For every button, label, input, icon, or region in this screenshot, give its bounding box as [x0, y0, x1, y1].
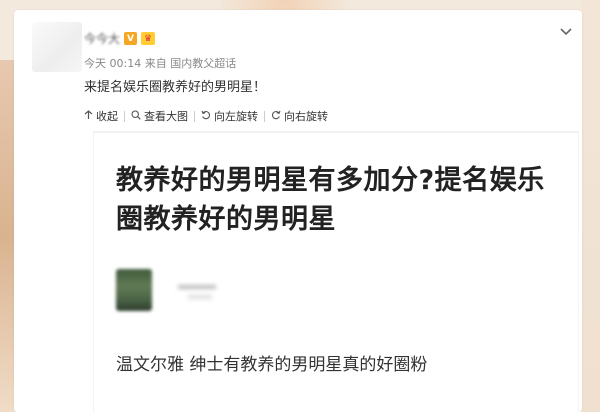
- view-large-label: 查看大图: [144, 110, 188, 123]
- user-name[interactable]: 今今大: [84, 30, 120, 47]
- verified-badge: V: [124, 32, 138, 45]
- post-image[interactable]: 教养好的男明星有多加分?提名娱乐圈教养好的男明星 温文尔雅 绅士有教养的男明星真…: [94, 132, 578, 412]
- image-subtitle: 温文尔雅 绅士有教养的男明星真的好圈粉: [116, 355, 428, 375]
- collapse-button[interactable]: 收起: [84, 108, 124, 124]
- background-decoration-top: [220, 0, 380, 10]
- rotate-left-icon: [201, 110, 211, 123]
- user-avatar[interactable]: [32, 22, 82, 72]
- user-row: 今今大 V ♛: [84, 30, 156, 47]
- post-meta: 今天 00:14 来自 国内教父超话: [84, 55, 236, 71]
- chevron-down-icon[interactable]: [556, 22, 576, 42]
- author-name-blurred: [178, 277, 228, 307]
- vip-badge-icon: ♛: [141, 32, 156, 45]
- source-prefix: 来自: [144, 57, 167, 70]
- rotate-right-icon: [271, 110, 281, 123]
- post-source[interactable]: 国内教父超话: [170, 57, 236, 70]
- post-text: 来提名娱乐圈教养好的男明星！: [84, 80, 267, 95]
- magnifier-icon: [131, 109, 141, 123]
- weibo-post-card: 今今大 V ♛ 今天 00:14 来自 国内教父超话 来提名娱乐圈教养好的男明星…: [14, 10, 582, 412]
- image-title: 教养好的男明星有多加分?提名娱乐圈教养好的男明星: [116, 165, 545, 235]
- author-avatar: [116, 269, 152, 311]
- post-time[interactable]: 今天 00:14: [84, 57, 141, 70]
- rotate-left-button[interactable]: 向左旋转: [195, 108, 264, 124]
- background-decoration-right: [582, 0, 600, 412]
- image-toolbar: 收起 查看大图 向左旋转 向右旋转: [84, 108, 334, 124]
- rotate-left-label: 向左旋转: [214, 110, 258, 123]
- rotate-right-label: 向右旋转: [284, 110, 328, 123]
- arrow-up-icon: [84, 109, 93, 123]
- rotate-right-button[interactable]: 向右旋转: [265, 108, 334, 124]
- collapse-label: 收起: [96, 110, 118, 123]
- background-decoration-left: [0, 60, 14, 412]
- view-large-button[interactable]: 查看大图: [125, 108, 194, 124]
